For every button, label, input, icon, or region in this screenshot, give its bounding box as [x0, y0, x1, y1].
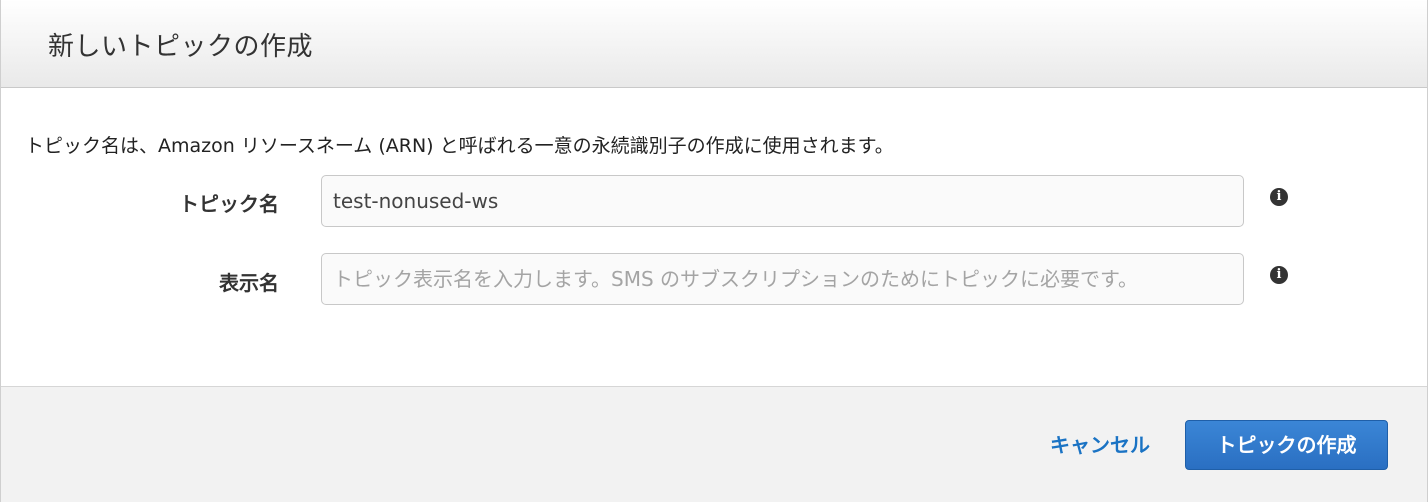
topic-name-label: トピック名 [179, 192, 279, 216]
display-name-info-icon[interactable]: i [1270, 266, 1288, 284]
topic-name-input[interactable] [321, 175, 1244, 227]
create-topic-dialog: 新しいトピックの作成 トピック名は、Amazon リソースネーム (ARN) と… [0, 0, 1428, 502]
display-name-label: 表示名 [219, 271, 279, 295]
dialog-footer: キャンセル トピックの作成 [1, 386, 1427, 502]
dialog-title: 新しいトピックの作成 [48, 32, 314, 62]
intro-text: トピック名は、Amazon リソースネーム (ARN) と呼ばれる一意の永続識別… [25, 135, 894, 157]
topic-name-info-icon[interactable]: i [1270, 188, 1288, 206]
cancel-button[interactable]: キャンセル [1050, 429, 1150, 458]
dialog-header: 新しいトピックの作成 [1, 0, 1427, 88]
display-name-input[interactable] [321, 253, 1244, 305]
dialog-body: トピック名は、Amazon リソースネーム (ARN) と呼ばれる一意の永続識別… [1, 88, 1427, 386]
create-topic-button[interactable]: トピックの作成 [1185, 420, 1388, 470]
